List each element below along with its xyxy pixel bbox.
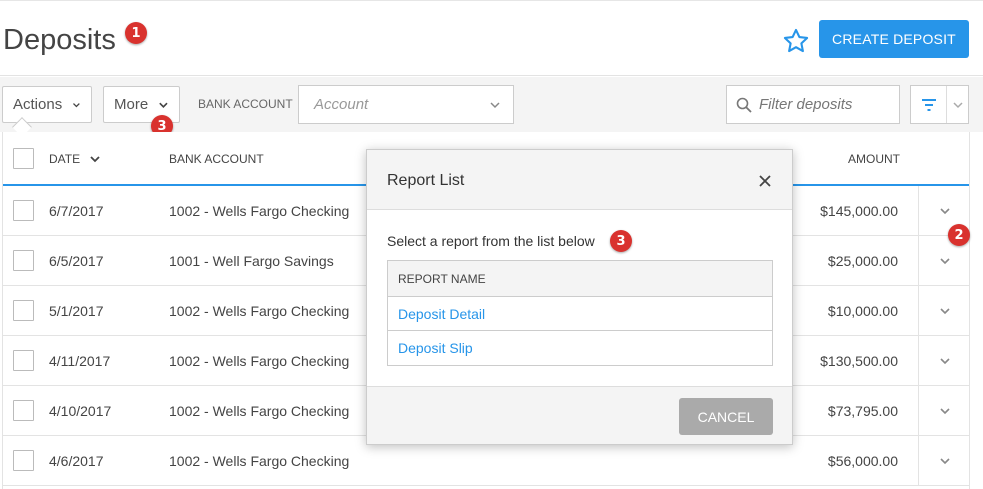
toolbar: Actions More 3 BANK ACCOUNT Account Filt…	[0, 77, 983, 137]
date-column-header[interactable]: DATE	[49, 152, 101, 166]
chevron-down-icon[interactable]	[939, 355, 951, 367]
row-bank-account: 1002 - Wells Fargo Checking	[169, 403, 350, 419]
row-amount: $130,500.00	[820, 353, 898, 369]
dialog-subtitle: Select a report from the list below	[387, 233, 595, 249]
row-divider	[918, 186, 919, 236]
row-date: 4/6/2017	[49, 453, 104, 469]
annotation-badge-dialog: 3	[610, 230, 632, 252]
row-checkbox[interactable]	[13, 350, 34, 371]
account-select[interactable]: Account	[298, 85, 514, 124]
filter-toggle[interactable]	[911, 86, 947, 123]
close-icon[interactable]	[758, 174, 772, 188]
row-checkbox[interactable]	[13, 450, 34, 471]
actions-label: Actions	[13, 96, 63, 113]
chevron-down-icon[interactable]	[939, 205, 951, 217]
chevron-down-icon	[490, 102, 500, 109]
date-header-label: DATE	[49, 152, 81, 166]
page-title: Deposits	[3, 24, 116, 56]
create-deposit-button[interactable]: CREATE DEPOSIT	[819, 20, 969, 58]
row-divider	[918, 336, 919, 386]
row-date: 4/10/2017	[49, 403, 112, 419]
chevron-down-icon	[952, 101, 963, 108]
row-divider	[918, 386, 919, 436]
more-label: More	[114, 96, 149, 113]
search-icon	[736, 97, 752, 113]
row-amount: $56,000.00	[827, 453, 898, 469]
chevron-down-icon[interactable]	[939, 455, 951, 467]
sort-chevron-icon	[90, 156, 101, 163]
chevron-down-icon[interactable]	[939, 255, 951, 267]
row-bank-account: 1002 - Wells Fargo Checking	[169, 203, 350, 219]
row-checkbox[interactable]	[13, 200, 34, 221]
report-list-dialog: Report List Select a report from the lis…	[366, 149, 793, 445]
report-table: REPORT NAME Deposit Detail Deposit Slip	[387, 260, 773, 366]
row-amount: $73,795.00	[827, 403, 898, 419]
chevron-down-icon[interactable]	[939, 305, 951, 317]
row-bank-account: 1002 - Wells Fargo Checking	[169, 453, 350, 469]
page-header: Deposits 1 CREATE DEPOSIT	[0, 0, 983, 76]
chevron-down-icon[interactable]	[939, 405, 951, 417]
filter-icon	[921, 98, 936, 111]
row-checkbox[interactable]	[13, 300, 34, 321]
annotation-badge-title: 1	[125, 22, 147, 44]
row-amount: $10,000.00	[827, 303, 898, 319]
report-link-deposit-detail[interactable]: Deposit Detail	[388, 297, 772, 331]
row-bank-account: 1001 - Well Fargo Savings	[169, 253, 334, 269]
row-amount: $145,000.00	[820, 203, 898, 219]
amount-column-header[interactable]: AMOUNT	[848, 152, 900, 166]
row-date: 4/11/2017	[49, 353, 111, 369]
row-bank-account: 1002 - Wells Fargo Checking	[169, 303, 350, 319]
row-checkbox[interactable]	[13, 400, 34, 421]
row-divider	[918, 236, 919, 286]
filter-options-dropdown[interactable]	[947, 86, 968, 123]
row-amount: $25,000.00	[827, 253, 898, 269]
row-checkbox[interactable]	[13, 250, 34, 271]
actions-dropdown[interactable]: Actions	[2, 86, 92, 123]
filter-button[interactable]	[910, 85, 969, 124]
filter-placeholder: Filter deposits	[759, 96, 853, 113]
account-placeholder: Account	[314, 96, 369, 113]
report-name-header: REPORT NAME	[388, 261, 772, 297]
row-date: 6/7/2017	[49, 203, 104, 219]
dialog-title: Report List	[387, 172, 465, 189]
row-divider	[918, 286, 919, 336]
dialog-header: Report List	[367, 150, 792, 210]
row-divider	[918, 436, 919, 486]
select-all-checkbox[interactable]	[13, 148, 34, 169]
chevron-down-icon	[159, 102, 168, 108]
chevron-down-icon	[73, 102, 81, 107]
star-icon[interactable]	[782, 27, 810, 55]
cancel-button[interactable]: CANCEL	[679, 398, 773, 435]
bank-account-column-header[interactable]: BANK ACCOUNT	[169, 152, 264, 166]
row-date: 5/1/2017	[49, 303, 104, 319]
filter-deposits-input[interactable]: Filter deposits	[726, 85, 900, 124]
row-date: 6/5/2017	[49, 253, 104, 269]
report-link-deposit-slip[interactable]: Deposit Slip	[388, 331, 772, 365]
dialog-footer: CANCEL	[367, 386, 792, 444]
annotation-badge-row-actions: 2	[948, 224, 970, 246]
bank-account-label: BANK ACCOUNT	[198, 97, 293, 111]
row-bank-account: 1002 - Wells Fargo Checking	[169, 353, 350, 369]
